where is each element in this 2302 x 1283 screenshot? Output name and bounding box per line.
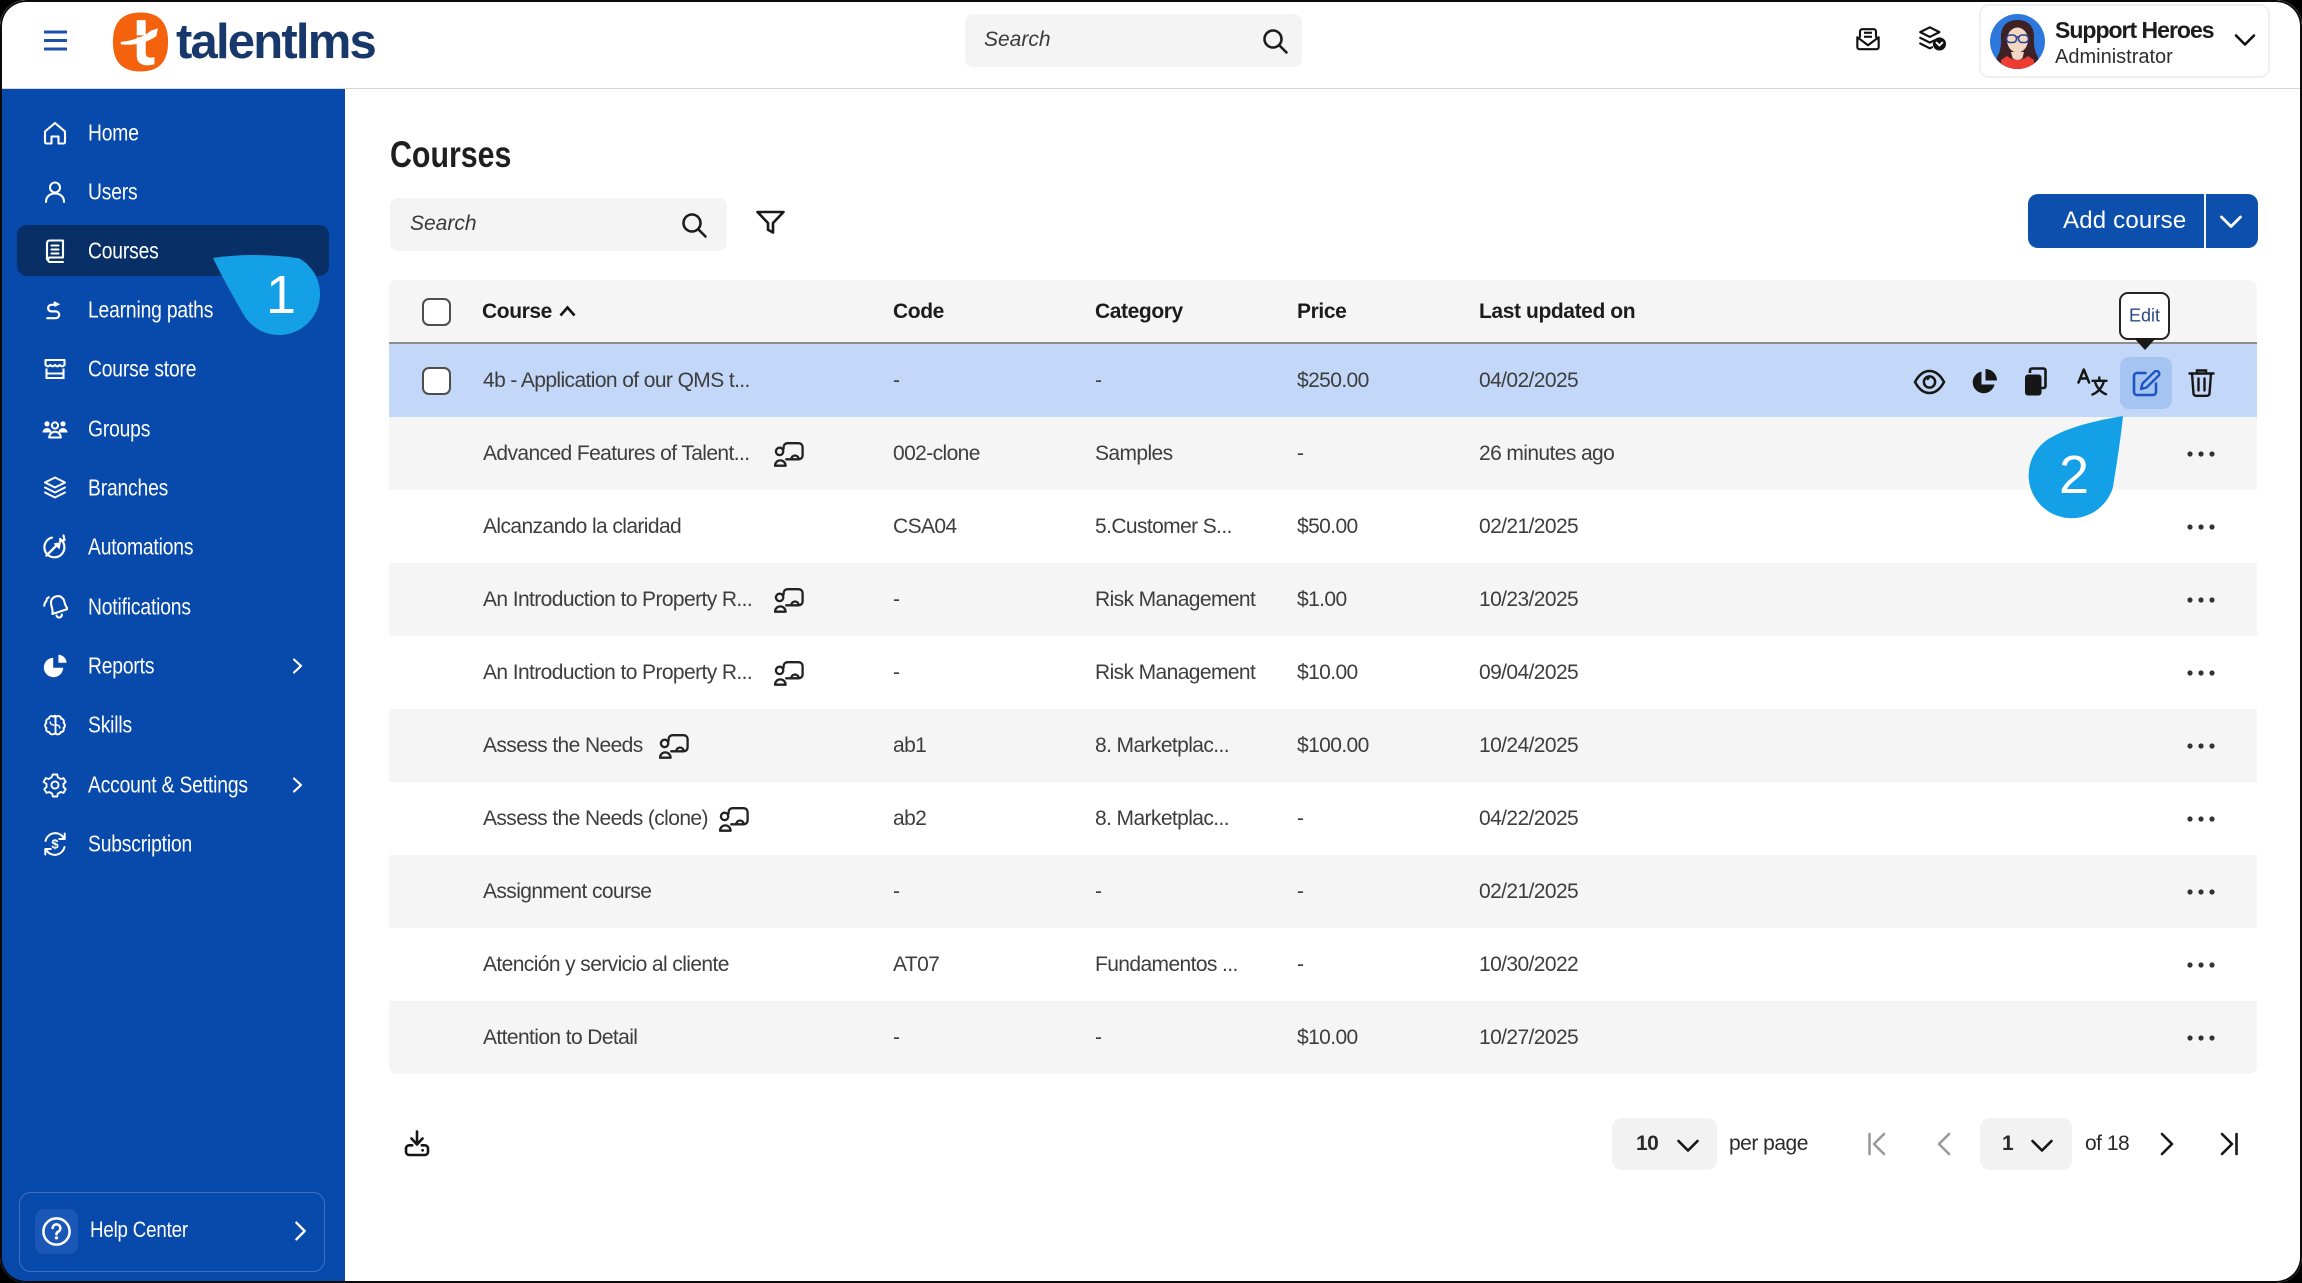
svg-text:2: 2 (2059, 445, 2089, 505)
svg-text:1: 1 (266, 265, 296, 325)
svg-text:$: $ (51, 837, 59, 852)
